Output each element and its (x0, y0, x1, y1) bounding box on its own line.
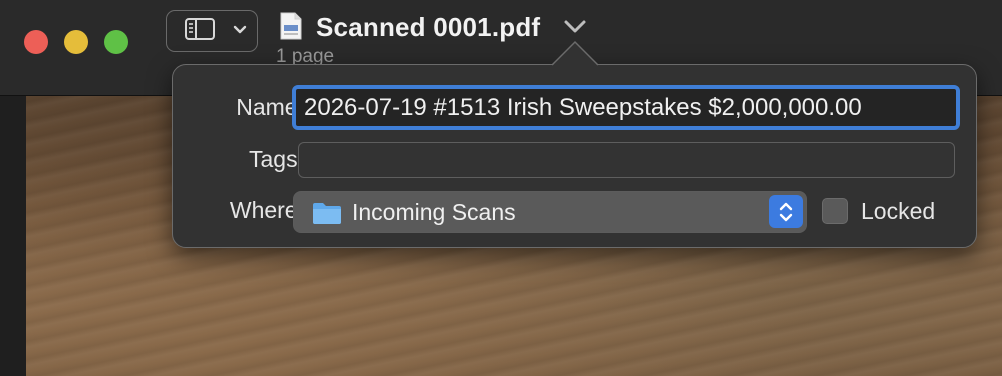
where-select[interactable]: Incoming Scans (293, 191, 807, 233)
sidebar-toggle-button[interactable] (166, 10, 258, 52)
zoom-button[interactable] (104, 30, 128, 54)
chevron-down-icon (233, 22, 247, 40)
title-chevron-down-icon[interactable] (562, 18, 588, 36)
sidebar-strip (0, 96, 26, 376)
minimize-button[interactable] (64, 30, 88, 54)
popover-arrow (552, 40, 598, 66)
sidebar-icon (185, 17, 215, 45)
folder-icon (312, 201, 342, 225)
name-field[interactable]: 2026-07-19 #1513 Irish Sweepstakes $2,00… (292, 85, 960, 130)
tags-field[interactable] (298, 142, 955, 178)
locked-checkbox[interactable] (822, 198, 848, 224)
locked-label[interactable]: Locked (861, 198, 935, 225)
pdf-document-icon (280, 12, 302, 40)
close-button[interactable] (24, 30, 48, 54)
window-title[interactable]: Scanned 0001.pdf (316, 12, 540, 43)
where-value: Incoming Scans (352, 199, 516, 225)
tags-label: Tags: (249, 146, 304, 172)
preview-window: Scanned 0001.pdf 1 page Name: 2026-07-19… (0, 0, 1002, 376)
up-down-chevron-icon[interactable] (769, 195, 803, 228)
